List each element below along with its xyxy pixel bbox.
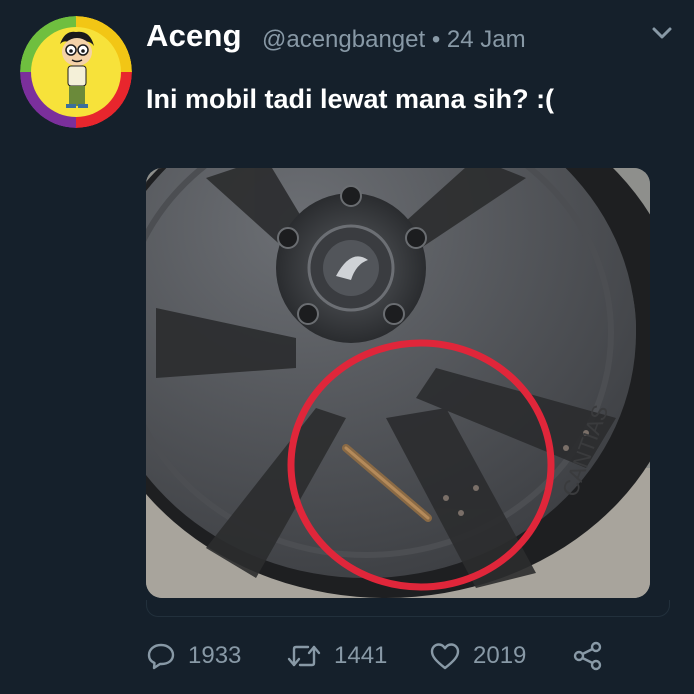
retweet-count: 1441 (334, 642, 388, 669)
display-name[interactable]: Aceng (146, 18, 242, 54)
reply-count: 1933 (188, 642, 242, 669)
heart-icon (430, 643, 460, 670)
retweet-icon (287, 645, 321, 667)
tweet: Aceng @acengbanget • 24 Jam Ini mobil ta… (0, 0, 694, 694)
like-count: 2019 (473, 642, 527, 669)
like-action[interactable]: 2019 (429, 636, 526, 676)
tweet-text: Ini mobil tadi lewat mana sih? :( (146, 84, 555, 114)
handle-and-time[interactable]: @acengbanget • 24 Jam (262, 26, 526, 54)
reply-icon (147, 643, 175, 670)
avatar[interactable] (20, 16, 132, 128)
avatar-cartoon-icon (20, 16, 132, 128)
tweet-actions: 1933 1441 2019 (146, 636, 616, 676)
tweet-media-photo[interactable]: CANTIAS (146, 168, 650, 598)
chevron-down-icon[interactable] (648, 22, 676, 44)
media-card-border (146, 600, 670, 617)
car-wheel-photo-icon: CANTIAS (146, 168, 650, 598)
share-action[interactable] (572, 636, 604, 676)
reply-action[interactable]: 1933 (146, 636, 241, 676)
retweet-action[interactable]: 1441 (286, 636, 387, 676)
share-icon (573, 641, 602, 671)
